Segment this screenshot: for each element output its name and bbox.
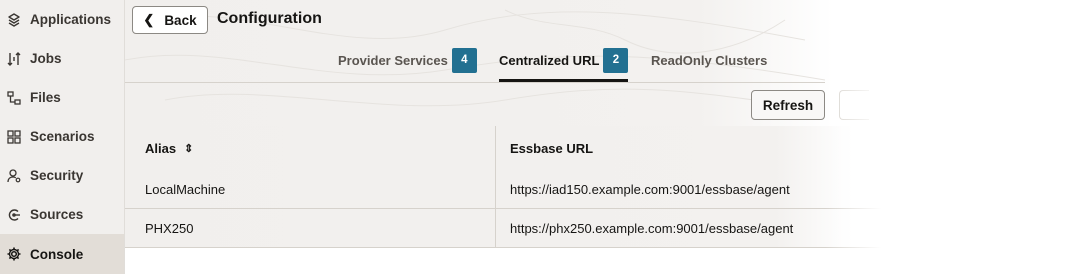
table-row[interactable]: LocalMachine https://iad150.example.com:… [125, 170, 1082, 209]
back-button[interactable]: ❮ Back [132, 6, 208, 34]
cell-alias: PHX250 [145, 221, 194, 236]
scenarios-icon [6, 129, 22, 145]
tab-label: Centralized URL [499, 53, 600, 68]
sidebar-item-label: Files [30, 90, 61, 105]
tab-label: Provider Services [338, 53, 448, 68]
page-title: Configuration [217, 10, 322, 27]
tab-label: ReadOnly Clusters [651, 53, 768, 68]
sidebar-item-label: Jobs [30, 51, 62, 66]
column-header-label: Alias [145, 140, 177, 156]
back-button-label: Back [164, 12, 197, 28]
sidebar-item-sources[interactable]: Sources [0, 195, 124, 234]
cell-url: https://iad150.example.com:9001/essbase/… [510, 182, 790, 197]
sidebar-item-security[interactable]: Security [0, 156, 124, 195]
applications-icon [6, 12, 22, 28]
tab-provider-services[interactable]: Provider Services 4 [338, 48, 477, 82]
column-header-alias[interactable]: Alias ⇕ [145, 126, 193, 170]
sidebar-item-label: Scenarios [30, 129, 95, 144]
sidebar-item-files[interactable]: Files [0, 78, 124, 117]
toolbar-button-partial[interactable] [839, 90, 869, 120]
refresh-button[interactable]: Refresh [751, 90, 825, 120]
tab-centralized-url[interactable]: Centralized URL 2 [499, 48, 629, 82]
table-row[interactable]: PHX250 https://phx250.example.com:9001/e… [125, 209, 1082, 248]
gear-icon [6, 246, 22, 262]
sources-icon [6, 207, 22, 223]
main-content: ❮ Back Configuration Provider Services 4… [125, 0, 1082, 274]
count-badge: 4 [451, 48, 477, 73]
column-header-essbase-url: Essbase URL [510, 126, 593, 170]
column-divider [495, 126, 496, 248]
security-icon [6, 168, 22, 184]
sidebar-item-label: Security [30, 168, 84, 183]
header-band: ❮ Back Configuration Provider Services 4… [125, 0, 1082, 126]
tabs-divider [125, 82, 825, 83]
table-header: Alias ⇕ Essbase URL [125, 126, 1082, 171]
sidebar-item-applications[interactable]: Applications [0, 0, 124, 39]
cell-alias: LocalMachine [145, 182, 226, 197]
tab-readonly-clusters[interactable]: ReadOnly Clusters [651, 48, 767, 82]
files-icon [6, 90, 22, 106]
chevron-left-icon: ❮ [143, 12, 155, 27]
count-badge: 2 [603, 48, 629, 73]
cell-url: https://phx250.example.com:9001/essbase/… [510, 221, 794, 236]
sort-icon[interactable]: ⇕ [184, 142, 193, 155]
sidebar-item-label: Console [30, 246, 84, 262]
sidebar-item-jobs[interactable]: Jobs [0, 39, 124, 78]
sidebar-item-label: Applications [30, 12, 112, 27]
sidebar-item-console[interactable]: Console [0, 234, 124, 274]
sidebar-item-scenarios[interactable]: Scenarios [0, 117, 124, 156]
sidebar: Applications Jobs Files Scenarios Securi… [0, 0, 125, 274]
jobs-icon [6, 51, 22, 67]
sidebar-item-label: Sources [30, 207, 84, 222]
column-header-label: Essbase URL [510, 140, 594, 156]
